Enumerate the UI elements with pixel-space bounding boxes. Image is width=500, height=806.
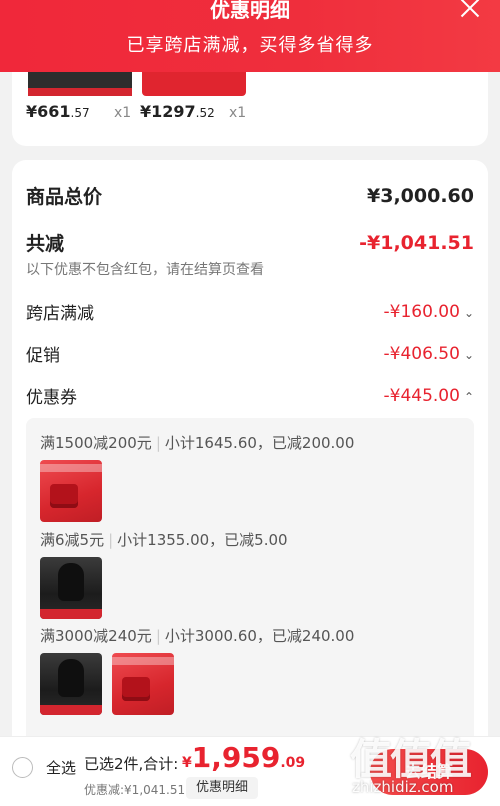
discount-label: 优惠券 bbox=[26, 388, 77, 408]
product-thumbnail[interactable] bbox=[40, 653, 102, 715]
header: 优惠明细 已享跨店满减，买得多省得多 bbox=[0, 0, 500, 72]
header-subtitle: 已享跨店满减，买得多省得多 bbox=[126, 35, 374, 56]
discount-value: -¥160.00 bbox=[383, 301, 460, 322]
discount-label: 促销 bbox=[26, 346, 60, 366]
product-thumbnail[interactable] bbox=[40, 460, 102, 522]
chevron-up-icon: ⌃ bbox=[463, 389, 474, 404]
product-qty: x1 bbox=[114, 105, 132, 121]
total-discount-value: -¥1,041.51 bbox=[359, 231, 474, 254]
product-thumbnail[interactable] bbox=[40, 557, 102, 619]
coupon-rule: 满3000减240元 | 小计3000.60，已减240.00 bbox=[40, 627, 355, 645]
coupon-rule: 满6减5元 | 小计1355.00，已减5.00 bbox=[40, 531, 288, 549]
chevron-down-icon: ⌄ bbox=[463, 347, 474, 362]
page-title: 优惠明细 bbox=[210, 0, 290, 22]
discount-note: 以下优惠不包含红包，请在结算页查看 bbox=[26, 262, 264, 278]
select-all-label[interactable]: 全选 bbox=[46, 757, 76, 778]
discount-summary-card: 商品总价 ¥3,000.60 共减 -¥1,041.51 以下优惠不包含红包，请… bbox=[12, 160, 488, 800]
close-icon[interactable] bbox=[458, 0, 482, 20]
discount-value: -¥445.00 bbox=[383, 385, 460, 406]
discount-summary-line: 优惠减:¥1,041.51 bbox=[84, 783, 186, 797]
checkout-bar: 全选 已选2件,合计: ¥1,959.09 优惠减:¥1,041.51 优惠明细… bbox=[0, 736, 500, 806]
chevron-down-icon: ⌄ bbox=[463, 305, 474, 320]
checkout-button[interactable]: 去结算 bbox=[370, 749, 488, 795]
discount-label: 跨店满减 bbox=[26, 304, 94, 324]
coupon-details: 满1500减200元 | 小计1645.60，已减200.00 满6减5元 | 小计13… bbox=[26, 418, 474, 748]
discount-detail-button[interactable]: 优惠明细 bbox=[186, 777, 258, 799]
discount-row-promotion[interactable]: 促销 -¥406.50 ⌄ bbox=[26, 341, 474, 367]
discount-row-coupon[interactable]: 优惠券 -¥445.00 ⌃ bbox=[26, 383, 474, 409]
product-qty: x1 bbox=[229, 105, 247, 121]
total-discount-label: 共减 bbox=[26, 233, 65, 255]
discount-row-cross-store[interactable]: 跨店满减 -¥160.00 ⌄ bbox=[26, 299, 474, 325]
selected-count: 已选2件,合计: bbox=[84, 755, 179, 773]
product-thumbnail[interactable] bbox=[28, 72, 132, 96]
total-price-value: ¥3,000.60 bbox=[367, 184, 474, 207]
order-total: ¥1,959.09 bbox=[182, 741, 306, 774]
selected-products: ¥661.57 x1 ¥1297.52 x1 bbox=[12, 72, 488, 146]
product-thumbnail[interactable] bbox=[142, 72, 246, 96]
discount-value: -¥406.50 bbox=[383, 343, 460, 364]
coupon-rule: 满1500减200元 | 小计1645.60，已减200.00 bbox=[40, 434, 355, 452]
select-all-radio[interactable] bbox=[12, 757, 33, 778]
product-price: ¥1297.52 bbox=[140, 102, 215, 121]
total-price-label: 商品总价 bbox=[26, 186, 103, 208]
product-thumbnail[interactable] bbox=[112, 653, 174, 715]
product-price: ¥661.57 bbox=[26, 102, 90, 121]
